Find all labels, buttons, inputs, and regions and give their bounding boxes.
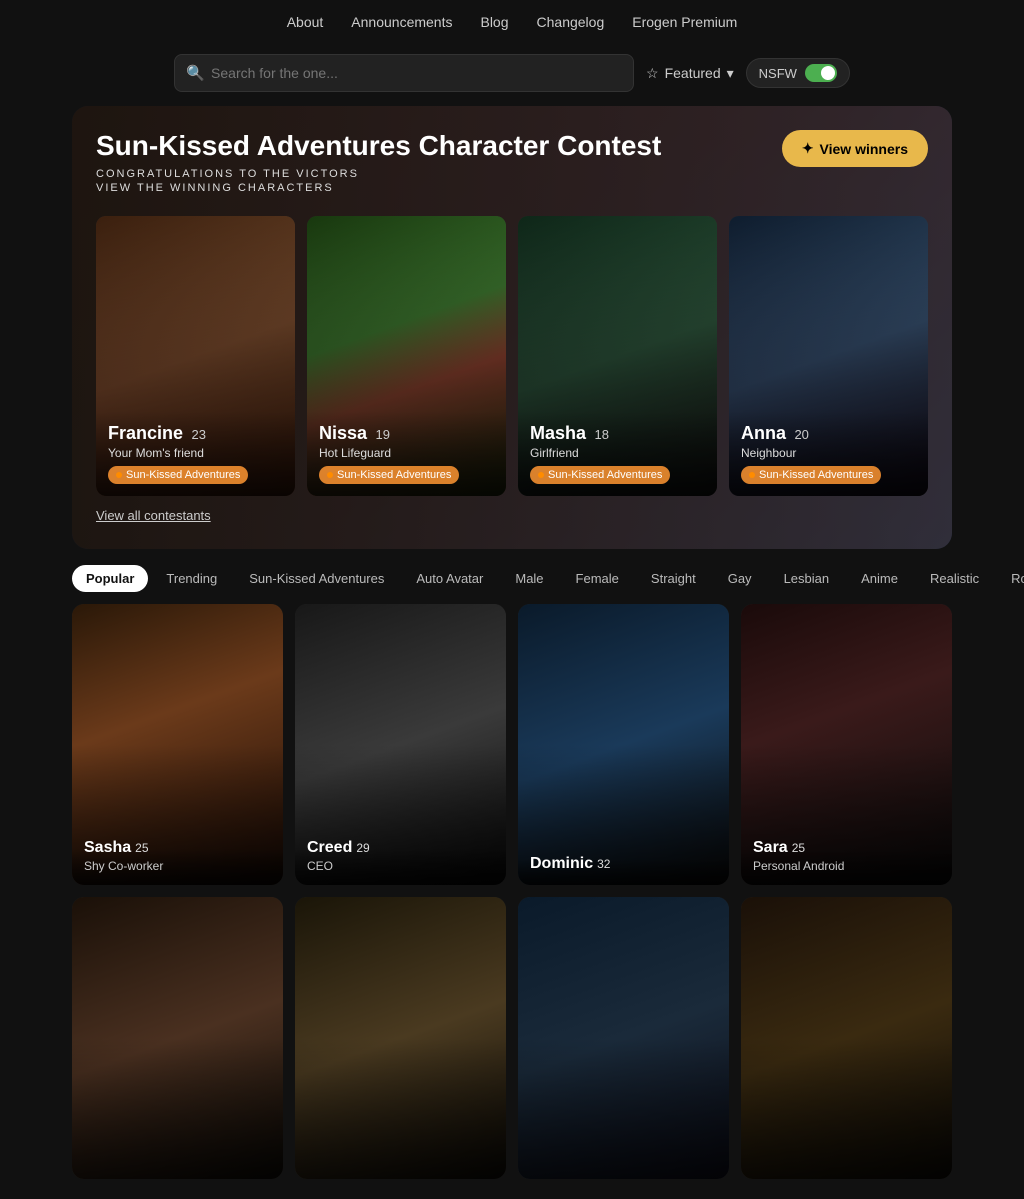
banner-content: Sun-Kissed Adventures Character Contest … <box>96 130 928 525</box>
grid-card-Dominic[interactable]: Dominic 32 <box>518 604 729 885</box>
char-tag-nissa: Sun-Kissed Adventures <box>319 466 459 484</box>
filter-tab-female[interactable]: Female <box>562 565 633 592</box>
sparkle-icon: ✦ <box>802 140 814 157</box>
main-nav: About Announcements Blog Changelog Eroge… <box>0 0 1024 44</box>
view-winners-button[interactable]: ✦ View winners <box>782 130 928 167</box>
grid-card-overlay-sasha: Sasha 25 Shy Co-worker <box>72 825 283 885</box>
contest-char-francine[interactable]: Francine 23 Your Mom's friend Sun-Kissed… <box>96 216 295 496</box>
grid-card-6[interactable] <box>518 897 729 1178</box>
grid-char-age-sasha: 25 <box>135 841 148 855</box>
contest-banner: Sun-Kissed Adventures Character Contest … <box>72 106 952 549</box>
nav-premium[interactable]: Erogen Premium <box>632 14 737 30</box>
char-desc-anna: Neighbour <box>741 446 916 460</box>
filter-tab-popular[interactable]: Popular <box>72 565 148 592</box>
grid-char-desc-sara: Personal Android <box>753 859 940 873</box>
nav-announcements[interactable]: Announcements <box>351 14 452 30</box>
grid-char-name-sasha: Sasha <box>84 839 131 856</box>
filter-tab-lesbian[interactable]: Lesbian <box>770 565 844 592</box>
contest-char-anna[interactable]: Anna 20 Neighbour Sun-Kissed Adventures <box>729 216 928 496</box>
banner-subtitle1: CONGRATULATIONS TO THE VICTORS <box>96 168 661 180</box>
grid-char-desc-sasha: Shy Co-worker <box>84 859 271 873</box>
grid-card-overlay-creed: Creed 29 CEO <box>295 825 506 885</box>
filter-tab-trending[interactable]: Trending <box>152 565 231 592</box>
nsfw-label: NSFW <box>759 66 797 81</box>
char-name-nissa: Nissa <box>319 423 367 443</box>
search-icon: 🔍 <box>186 64 205 82</box>
filter-tab-male[interactable]: Male <box>501 565 557 592</box>
filter-tab-gay[interactable]: Gay <box>714 565 766 592</box>
char-desc-francine: Your Mom's friend <box>108 446 283 460</box>
nav-changelog[interactable]: Changelog <box>537 14 605 30</box>
search-row: 🔍 ☆ Featured ▾ NSFW <box>0 44 1024 106</box>
filter-tab-auto-avatar[interactable]: Auto Avatar <box>402 565 497 592</box>
search-input[interactable] <box>174 54 634 92</box>
char-desc-masha: Girlfriend <box>530 446 705 460</box>
grid-card-7[interactable] <box>741 897 952 1178</box>
featured-label: Featured <box>665 65 721 81</box>
grid-char-desc-creed: CEO <box>307 859 494 873</box>
grid-card-Sasha[interactable]: Sasha 25 Shy Co-worker <box>72 604 283 885</box>
contest-char-nissa[interactable]: Nissa 19 Hot Lifeguard Sun-Kissed Advent… <box>307 216 506 496</box>
contest-characters: Francine 23 Your Mom's friend Sun-Kissed… <box>96 216 928 496</box>
featured-button[interactable]: ☆ Featured ▾ <box>646 65 734 82</box>
filter-tab-sun-kissed-adventures[interactable]: Sun-Kissed Adventures <box>235 565 398 592</box>
grid-char-name-creed: Creed <box>307 839 352 856</box>
char-name-anna: Anna <box>741 423 786 443</box>
star-icon: ☆ <box>646 65 659 82</box>
grid-card-Creed[interactable]: Creed 29 CEO <box>295 604 506 885</box>
banner-subtitle2: VIEW THE WINNING CHARACTERS <box>96 182 661 194</box>
filter-tab-anime[interactable]: Anime <box>847 565 912 592</box>
char-tag-masha: Sun-Kissed Adventures <box>530 466 670 484</box>
grid-card-4[interactable] <box>72 897 283 1178</box>
filter-tabs: PopularTrendingSun-Kissed AdventuresAuto… <box>0 549 1024 604</box>
char-tag-anna: Sun-Kissed Adventures <box>741 466 881 484</box>
grid-card-overlay-dominic: Dominic 32 <box>518 841 729 885</box>
grid-char-age-sara: 25 <box>792 841 805 855</box>
char-age-francine: 23 <box>191 427 205 442</box>
banner-title: Sun-Kissed Adventures Character Contest <box>96 130 661 162</box>
char-tag-francine: Sun-Kissed Adventures <box>108 466 248 484</box>
grid-char-name-sara: Sara <box>753 839 788 856</box>
view-all-contestants-link[interactable]: View all contestants <box>96 508 211 523</box>
char-name-francine: Francine <box>108 423 183 443</box>
char-age-nissa: 19 <box>376 427 390 442</box>
nav-about[interactable]: About <box>287 14 324 30</box>
popular-grid: Sasha 25 Shy Co-worker Creed 29 CEO Dominic 32 S… <box>0 604 1024 1199</box>
filter-tab-straight[interactable]: Straight <box>637 565 710 592</box>
search-container: 🔍 <box>174 54 634 92</box>
grid-card-Sara[interactable]: Sara 25 Personal Android <box>741 604 952 885</box>
grid-card-overlay-sara: Sara 25 Personal Android <box>741 825 952 885</box>
nav-blog[interactable]: Blog <box>480 14 508 30</box>
nsfw-toggle[interactable]: NSFW <box>746 58 850 88</box>
chevron-down-icon: ▾ <box>727 65 734 82</box>
contest-char-masha[interactable]: Masha 18 Girlfriend Sun-Kissed Adventure… <box>518 216 717 496</box>
filter-tab-realistic[interactable]: Realistic <box>916 565 993 592</box>
grid-char-age-dominic: 32 <box>597 857 610 871</box>
char-age-anna: 20 <box>794 427 808 442</box>
filter-tab-romance[interactable]: Romance <box>997 565 1024 592</box>
char-age-masha: 18 <box>594 427 608 442</box>
char-desc-nissa: Hot Lifeguard <box>319 446 494 460</box>
grid-card-5[interactable] <box>295 897 506 1178</box>
view-winners-label: View winners <box>820 141 908 157</box>
grid-char-name-dominic: Dominic <box>530 855 593 872</box>
char-name-masha: Masha <box>530 423 586 443</box>
grid-char-age-creed: 29 <box>356 841 369 855</box>
toggle-circle <box>805 64 837 82</box>
